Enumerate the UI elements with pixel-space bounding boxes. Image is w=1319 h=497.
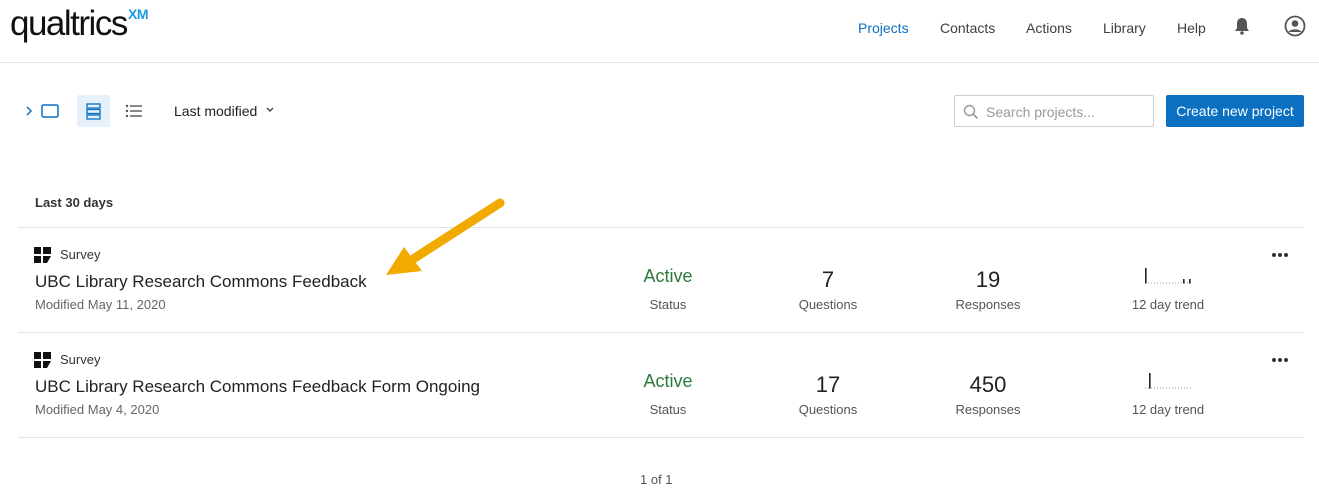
search-input[interactable] [986, 102, 1146, 122]
responses-count: 19 [975, 267, 1001, 292]
nav-contacts[interactable]: Contacts [940, 20, 995, 36]
trend-label: 12 day trend [1131, 402, 1205, 417]
questions-label: Questions [798, 297, 858, 312]
top-header: qualtrics XM Projects Contacts Actions L… [0, 0, 1319, 63]
project-modified-date: Modified May 11, 2020 [35, 297, 166, 312]
nav-actions[interactable]: Actions [1026, 20, 1072, 36]
folder-icon[interactable] [40, 103, 60, 119]
logo-text: qualtrics [10, 4, 128, 43]
nav-help[interactable]: Help [1177, 20, 1206, 36]
search-box[interactable] [954, 95, 1154, 127]
chevron-down-icon[interactable] [265, 106, 275, 114]
search-icon [963, 104, 979, 120]
stacked-rows-icon [86, 103, 101, 120]
status-label: Status [649, 297, 687, 312]
project-modified-date: Modified May 4, 2020 [35, 402, 160, 417]
qualtrics-logo[interactable]: qualtrics [10, 4, 128, 44]
annotation-arrow-icon [386, 198, 505, 275]
project-title[interactable]: UBC Library Research Commons Feedback Fo… [35, 377, 480, 397]
project-type: Survey [60, 352, 101, 367]
survey-type-icon [34, 352, 51, 368]
card-view-toggle[interactable] [77, 95, 110, 127]
status-label: Status [649, 402, 687, 417]
responses-label: Responses [955, 402, 1021, 417]
nav-projects[interactable]: Projects [858, 20, 909, 36]
survey-type-icon [34, 247, 51, 263]
responses-label: Responses [955, 297, 1021, 312]
project-row[interactable]: Survey UBC Library Research Commons Feed… [18, 333, 1304, 437]
status-value: Active [643, 266, 693, 286]
pagination-indicator: 1 of 1 [640, 472, 673, 487]
trend-sparkline [1145, 268, 1191, 284]
list-view-icon[interactable] [125, 103, 143, 119]
trend-label: 12 day trend [1131, 297, 1205, 312]
trend-sparkline [1145, 373, 1191, 389]
project-type: Survey [60, 247, 101, 262]
responses-count: 450 [969, 372, 1007, 397]
nav-library[interactable]: Library [1103, 20, 1146, 36]
sort-dropdown[interactable]: Last modified [174, 103, 257, 119]
questions-label: Questions [798, 402, 858, 417]
chevron-right-icon[interactable] [24, 104, 34, 118]
project-row[interactable]: Survey UBC Library Research Commons Feed… [18, 228, 1304, 332]
questions-count: 17 [815, 372, 841, 397]
create-new-project-button[interactable]: Create new project [1166, 95, 1304, 127]
user-account-icon[interactable] [1284, 15, 1306, 37]
divider [18, 437, 1304, 438]
logo-xm-mark: XM [128, 6, 149, 22]
questions-count: 7 [821, 267, 835, 292]
section-heading: Last 30 days [35, 195, 114, 210]
project-title[interactable]: UBC Library Research Commons Feedback [35, 272, 367, 292]
more-options-icon[interactable] [1271, 252, 1289, 258]
more-options-icon[interactable] [1271, 357, 1289, 363]
status-value: Active [643, 371, 693, 391]
bell-icon[interactable] [1234, 17, 1250, 35]
